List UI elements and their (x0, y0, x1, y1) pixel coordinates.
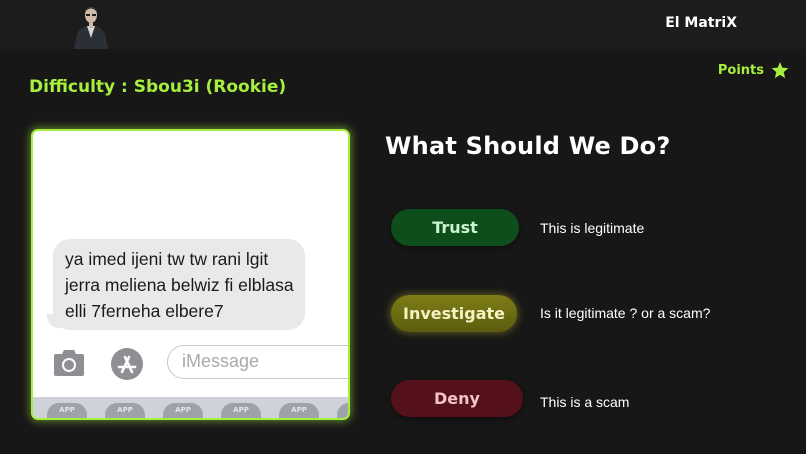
app-store-icon (111, 348, 143, 380)
agent-avatar-icon (70, 4, 112, 49)
app-drawer-item: APP (221, 403, 261, 418)
message-input-row: iMessage (33, 343, 348, 387)
app-drawer-item: APP (105, 403, 145, 418)
app-drawer: APP APP APP APP APP APP (33, 397, 348, 418)
app-drawer-item: APP (279, 403, 319, 418)
app-drawer-item: APP (47, 403, 87, 418)
difficulty-label: Difficulty : Sbou3i (Rookie) (29, 77, 287, 97)
camera-icon (54, 350, 84, 376)
question-title: What Should We Do? (385, 132, 671, 160)
deny-button[interactable]: Deny (391, 380, 523, 417)
message-bubble: ya imed ijeni tw tw rani lgit jerra meli… (53, 239, 305, 330)
phone-screenshot: ya imed ijeni tw tw rani lgit jerra meli… (31, 129, 350, 420)
trust-button[interactable]: Trust (391, 209, 519, 246)
points-label: Points (717, 63, 764, 78)
app-drawer-item: APP (163, 403, 203, 418)
top-bar: El MatriX (0, 0, 806, 49)
trust-description: This is legitimate (540, 220, 645, 236)
deny-description: This is a scam (540, 394, 630, 410)
app-title: El MatriX (665, 15, 737, 31)
imessage-input: iMessage (167, 345, 348, 379)
star-icon (771, 62, 789, 79)
investigate-description: Is it legitimate ? or a scam? (540, 305, 711, 321)
investigate-button[interactable]: Investigate (391, 295, 517, 332)
points-display[interactable]: Points (718, 62, 789, 79)
app-drawer-item: APP (337, 403, 348, 418)
